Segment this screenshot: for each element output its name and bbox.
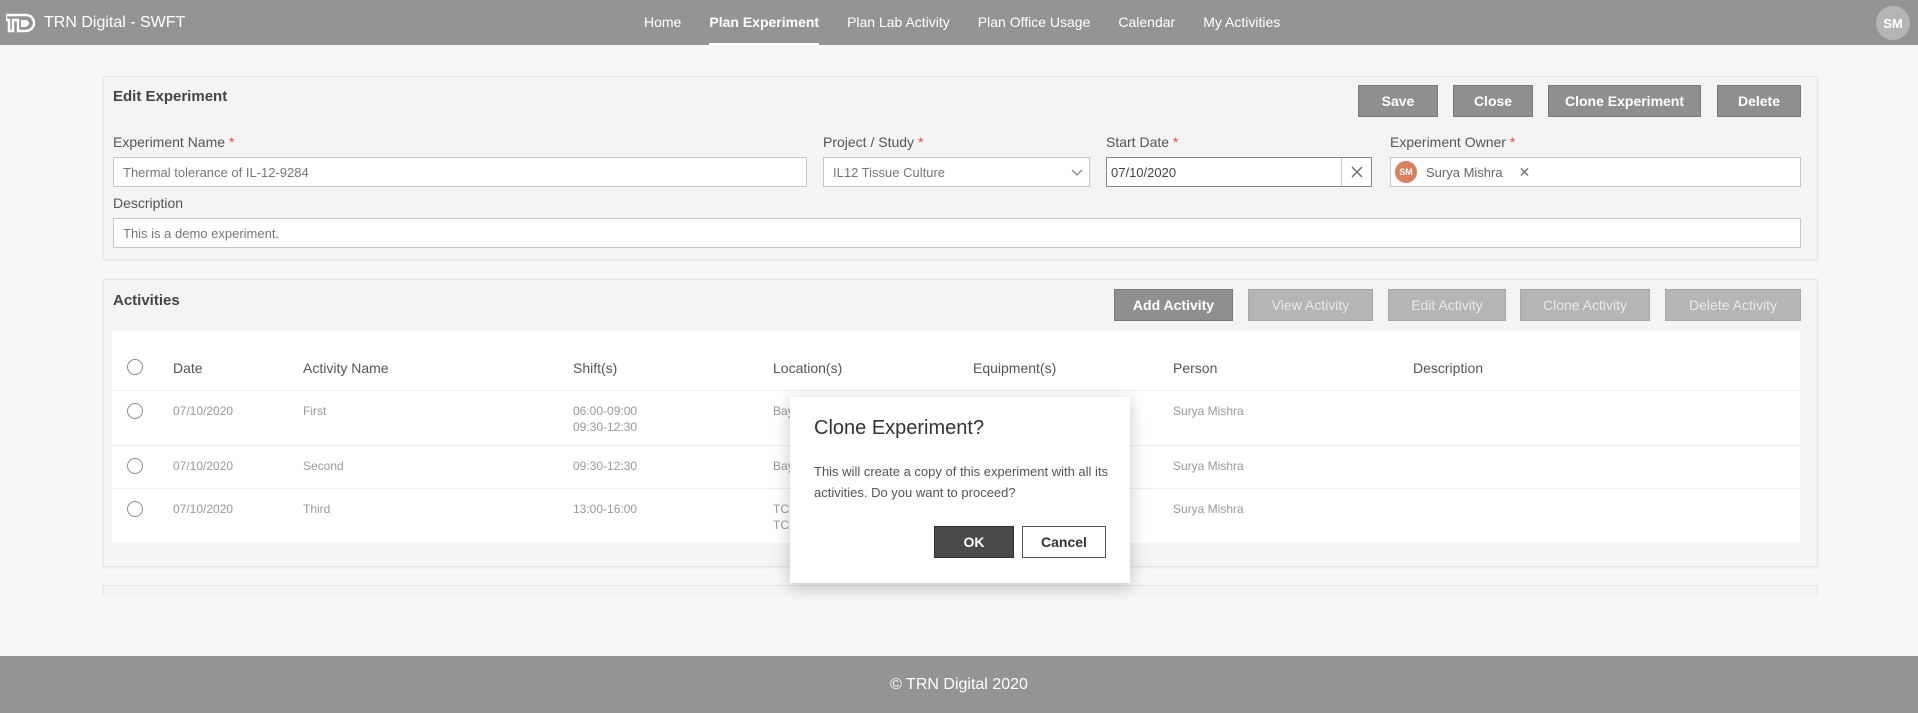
- edit-experiment-title: Edit Experiment: [113, 88, 228, 105]
- project-study-select[interactable]: IL12 Tissue Culture: [823, 157, 1090, 187]
- row-activity-name: Third: [303, 502, 331, 516]
- edit-activity-button[interactable]: Edit Activity: [1388, 289, 1506, 321]
- experiment-owner-picker[interactable]: SM Surya Mishra ✕: [1390, 157, 1801, 187]
- nav-calendar[interactable]: Calendar: [1104, 0, 1189, 45]
- description-label: Description: [113, 195, 184, 211]
- row-divider: [112, 390, 1800, 391]
- clone-activity-button[interactable]: Clone Activity: [1520, 289, 1650, 321]
- row-person: Surya Mishra: [1173, 459, 1244, 473]
- column-header-locations[interactable]: Location(s): [773, 360, 842, 376]
- row-select-radio[interactable]: [127, 458, 143, 474]
- row-person: Surya Mishra: [1173, 404, 1244, 418]
- app-title: TRN Digital - SWFT: [44, 14, 186, 31]
- clone-experiment-dialog: Clone Experiment? This will create a cop…: [790, 397, 1130, 583]
- row-shift: 06:00-09:00: [573, 404, 638, 418]
- row-date: 07/10/2020: [173, 404, 234, 418]
- nav-plan-lab-activity[interactable]: Plan Lab Activity: [833, 0, 964, 45]
- start-date-label: Start Date *: [1106, 134, 1179, 150]
- brand[interactable]: TRN Digital - SWFT: [6, 12, 185, 34]
- row-date: 07/10/2020: [173, 502, 234, 516]
- owner-name: Surya Mishra: [1426, 164, 1503, 180]
- add-activity-button[interactable]: Add Activity: [1114, 289, 1233, 321]
- nav-home[interactable]: Home: [630, 0, 695, 45]
- row-date: 07/10/2020: [173, 459, 234, 473]
- footer-copyright: © TRN Digital 2020: [890, 675, 1028, 693]
- row-shift: 09:30-12:30: [573, 459, 638, 473]
- card-strip: [103, 585, 1818, 596]
- project-study-label: Project / Study *: [823, 134, 924, 150]
- owner-avatar: SM: [1395, 161, 1417, 183]
- start-date-input[interactable]: 07/10/2020: [1106, 157, 1372, 187]
- row-select-radio[interactable]: [127, 501, 143, 517]
- close-icon: [1351, 166, 1362, 178]
- close-button[interactable]: Close: [1453, 85, 1533, 117]
- description-input[interactable]: This is a demo experiment.: [113, 218, 1801, 248]
- column-header-date[interactable]: Date: [173, 360, 203, 376]
- delete-activity-button[interactable]: Delete Activity: [1665, 289, 1801, 321]
- top-navbar: TRN Digital - SWFT Home Plan Experiment …: [0, 0, 1918, 45]
- experiment-name-label: Experiment Name *: [113, 134, 235, 150]
- experiment-name-input[interactable]: Thermal tolerance of IL-12-9284: [113, 157, 807, 187]
- footer: © TRN Digital 2020: [0, 656, 1918, 713]
- save-button[interactable]: Save: [1358, 85, 1438, 117]
- column-header-shifts[interactable]: Shift(s): [573, 360, 617, 376]
- clone-experiment-button[interactable]: Clone Experiment: [1548, 85, 1701, 117]
- nav-plan-experiment[interactable]: Plan Experiment: [695, 0, 833, 45]
- experiment-owner-label: Experiment Owner *: [1390, 134, 1516, 150]
- row-person: Surya Mishra: [1173, 502, 1244, 516]
- view-activity-button[interactable]: View Activity: [1248, 289, 1373, 321]
- nav-my-activities[interactable]: My Activities: [1189, 0, 1294, 45]
- dialog-message: This will create a copy of this experime…: [814, 464, 1109, 500]
- chevron-down-icon: [1071, 169, 1083, 176]
- row-activity-name: First: [303, 404, 327, 418]
- column-header-equipments[interactable]: Equipment(s): [973, 360, 1056, 376]
- column-header-description[interactable]: Description: [1413, 360, 1483, 376]
- column-header-activity-name[interactable]: Activity Name: [303, 360, 389, 376]
- row-shift: 13:00-16:00: [573, 502, 638, 516]
- clear-date-button[interactable]: [1341, 158, 1371, 186]
- dialog-title: Clone Experiment?: [814, 417, 985, 439]
- user-avatar[interactable]: SM: [1876, 6, 1910, 40]
- ok-button[interactable]: OK: [934, 526, 1014, 558]
- row-shift: 09:30-12:30: [573, 420, 638, 434]
- column-header-person[interactable]: Person: [1173, 360, 1217, 376]
- trn-logo-icon: [6, 13, 36, 33]
- activities-title: Activities: [113, 292, 180, 309]
- row-activity-name: Second: [303, 459, 344, 473]
- remove-owner-icon[interactable]: ✕: [1519, 164, 1531, 181]
- row-select-radio[interactable]: [127, 403, 143, 419]
- main-nav: Home Plan Experiment Plan Lab Activity P…: [630, 0, 1294, 45]
- nav-plan-office-usage[interactable]: Plan Office Usage: [964, 0, 1105, 45]
- delete-button[interactable]: Delete: [1717, 85, 1801, 117]
- select-all-radio[interactable]: [127, 359, 143, 375]
- cancel-button[interactable]: Cancel: [1022, 526, 1106, 558]
